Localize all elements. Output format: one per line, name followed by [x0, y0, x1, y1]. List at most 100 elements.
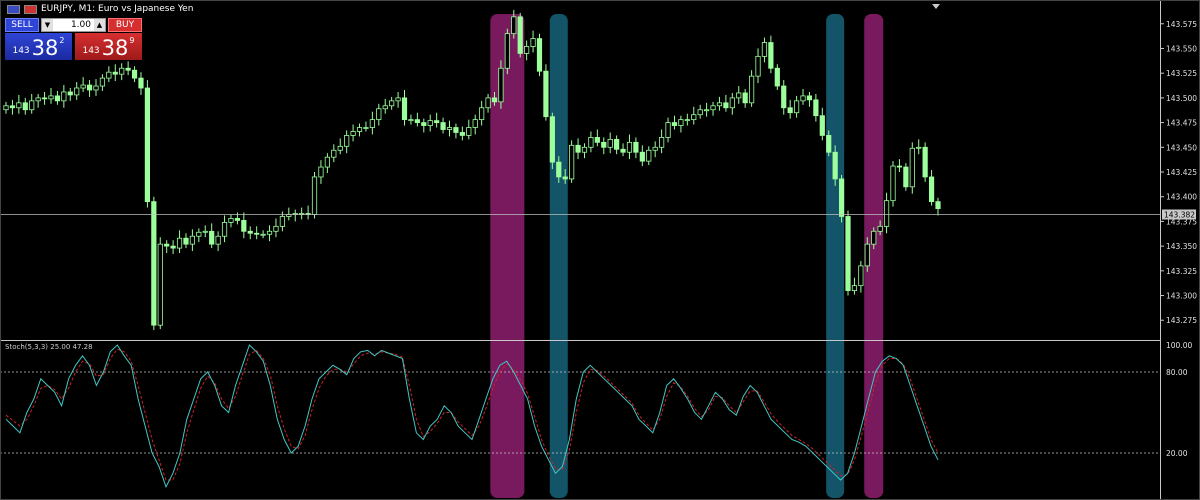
y-tick-label: 143.575 [1166, 20, 1197, 29]
candle-body [684, 119, 690, 122]
y-tick-label: 143.300 [1166, 292, 1197, 301]
candle-body [80, 84, 86, 89]
candle-body [793, 100, 800, 114]
candle-body [755, 55, 761, 77]
candle-body [41, 97, 48, 100]
candle-body [787, 107, 793, 114]
candle-body [376, 108, 382, 121]
candle-body [247, 230, 253, 234]
y-tick-label: 143.425 [1166, 168, 1197, 177]
candle-body [144, 87, 151, 203]
candle-body [543, 70, 549, 118]
candle-body [774, 67, 780, 87]
candle-body [594, 137, 600, 143]
candle-body [896, 165, 903, 168]
candle-body [588, 137, 594, 148]
chart-title: EURJPY, M1: Euro vs Japanese Yen [7, 4, 193, 14]
sell-price[interactable]: 143 38 2 [5, 33, 72, 60]
lot-value[interactable]: 1.00 [54, 19, 93, 31]
candle-body [491, 97, 498, 103]
y-tick-label: 143.550 [1166, 44, 1197, 53]
candle-body [54, 95, 61, 102]
highlight-bands [490, 14, 884, 498]
candle-body [318, 166, 324, 178]
y-tick-label: 143.450 [1166, 143, 1197, 152]
sell-price-prefix: 143 [12, 46, 30, 56]
candle-body [131, 69, 138, 79]
candle-body [414, 119, 420, 123]
candle-body [260, 233, 266, 236]
candle-body [221, 221, 228, 237]
candle-body [697, 109, 703, 116]
candle-body [813, 99, 819, 117]
candle-body [832, 151, 838, 180]
eur-flag-icon [7, 4, 20, 14]
stochastic-label: Stoch(5,3,3) 25.00 47.28 [5, 343, 93, 351]
one-click-trading-panel: SELL ▼ 1.00 ▲ BUY 143 38 2 143 38 9 [5, 18, 142, 62]
candle-body [838, 178, 845, 217]
lot-increase-icon[interactable]: ▲ [94, 19, 105, 31]
candle-body [176, 237, 183, 249]
candle-body [151, 201, 157, 326]
candle-body [819, 115, 825, 136]
candle-body [466, 127, 472, 136]
candle-body [119, 67, 125, 75]
candle-body [401, 97, 408, 121]
price-chart[interactable]: 143.575 143.550 143.525 143.500 143.475 143.4… [0, 0, 1200, 500]
sell-price-sup: 2 [59, 36, 65, 45]
lot-decrease-icon[interactable]: ▼ [42, 19, 53, 31]
candle-body [511, 16, 517, 35]
candle-body [228, 218, 234, 223]
candle-body [170, 245, 176, 249]
candle-body [581, 146, 588, 153]
candle-body [112, 71, 118, 75]
candle-body [498, 67, 504, 103]
sell-button[interactable]: SELL [5, 18, 39, 32]
candle-body [614, 138, 620, 150]
chart-shift-marker-icon [932, 4, 940, 9]
candle-body [749, 75, 755, 104]
buy-price-big: 38 [101, 36, 129, 60]
candle-body [524, 46, 530, 54]
candle-body [324, 156, 330, 168]
lot-size-field[interactable]: ▼ 1.00 ▲ [41, 18, 106, 32]
candle-body [350, 131, 356, 136]
sell-price-big: 38 [31, 36, 59, 60]
candle-body [736, 92, 742, 99]
candle-body [344, 135, 350, 147]
candle-body [710, 105, 716, 111]
stoch-tick-label: 80.00 [1166, 368, 1188, 377]
stoch-signal-line [5, 348, 939, 481]
candle-body [877, 225, 883, 232]
highlight-band-teal [549, 14, 568, 498]
candle-body [202, 230, 208, 233]
highlight-band-magenta [490, 14, 525, 498]
buy-price[interactable]: 143 38 9 [75, 33, 142, 60]
candle-body [646, 149, 652, 162]
candle-body [479, 107, 485, 121]
candle-body [74, 87, 80, 96]
candle-body [601, 141, 607, 148]
candle-body [106, 71, 112, 79]
candle-body [311, 176, 318, 215]
candle-body [356, 127, 363, 132]
candle-body [35, 97, 41, 102]
candle-body [273, 225, 279, 232]
candle-body [254, 232, 260, 235]
candle-body [363, 127, 369, 129]
symbol-title: EURJPY, M1: Euro vs Japanese Yen [41, 4, 194, 14]
candle-body [241, 220, 247, 232]
candle-body [928, 176, 935, 203]
candle-body [659, 137, 665, 148]
candle-body [742, 92, 748, 104]
candle-body [704, 109, 710, 112]
candle-body [164, 243, 170, 247]
candle-body [626, 141, 633, 153]
buy-button[interactable]: BUY [108, 18, 142, 32]
candle-body [530, 38, 536, 47]
candle-body [48, 95, 54, 100]
candle-body [871, 230, 877, 245]
y-tick-label: 143.275 [1166, 316, 1197, 325]
candle-body [337, 145, 343, 151]
candle-body [620, 148, 626, 153]
